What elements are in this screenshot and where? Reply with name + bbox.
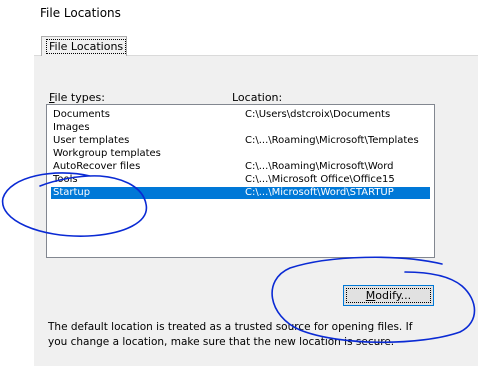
file-locations-list[interactable]: Documents C:\Users\dstcroix\Documents Im… xyxy=(46,104,435,258)
window-title: File Locations xyxy=(40,6,121,20)
list-item[interactable]: Documents C:\Users\dstcroix\Documents xyxy=(51,109,430,121)
list-item[interactable]: Workgroup templates xyxy=(51,148,430,160)
list-item-location: C:\...\Roaming\Microsoft\Word xyxy=(245,161,394,172)
column-header-file-types: File types: xyxy=(49,91,105,104)
list-item[interactable]: Images xyxy=(51,122,430,134)
modify-button[interactable]: Modify... xyxy=(343,285,434,306)
list-item-type: Startup xyxy=(53,187,91,198)
list-item[interactable]: AutoRecover files C:\...\Roaming\Microso… xyxy=(51,161,430,173)
list-item-location: C:\...\Roaming\Microsoft\Templates xyxy=(245,135,419,146)
list-item-type: Workgroup templates xyxy=(53,148,161,159)
trusted-location-note: The default location is treated as a tru… xyxy=(48,321,413,348)
list-item-location: C:\Users\dstcroix\Documents xyxy=(245,109,391,120)
modify-button-mnemonic: M xyxy=(365,289,376,302)
list-item-selected[interactable]: Startup C:\...\Microsoft\Word\STARTUP xyxy=(51,187,430,199)
list-item[interactable]: Tools C:\...\Microsoft Office\Office15 xyxy=(51,174,430,186)
column-header-file-types-rest: ile types: xyxy=(54,91,105,104)
list-item-type: Tools xyxy=(53,174,78,185)
tab-label: File Locations xyxy=(46,39,127,54)
modify-button-focus-ring: Modify... xyxy=(346,288,431,303)
list-item-location: C:\...\Microsoft\Word\STARTUP xyxy=(245,187,394,198)
list-item-type: AutoRecover files xyxy=(53,161,141,172)
modify-button-label: odify... xyxy=(375,289,412,302)
column-header-location: Location: xyxy=(232,91,283,104)
list-item-type: User templates xyxy=(53,135,130,146)
list-item-type: Images xyxy=(53,122,90,133)
list-item[interactable]: User templates C:\...\Roaming\Microsoft\… xyxy=(51,135,430,147)
list-item-location: C:\...\Microsoft Office\Office15 xyxy=(245,174,395,185)
tab-file-locations[interactable]: File Locations xyxy=(41,36,127,56)
list-item-type: Documents xyxy=(53,109,111,120)
